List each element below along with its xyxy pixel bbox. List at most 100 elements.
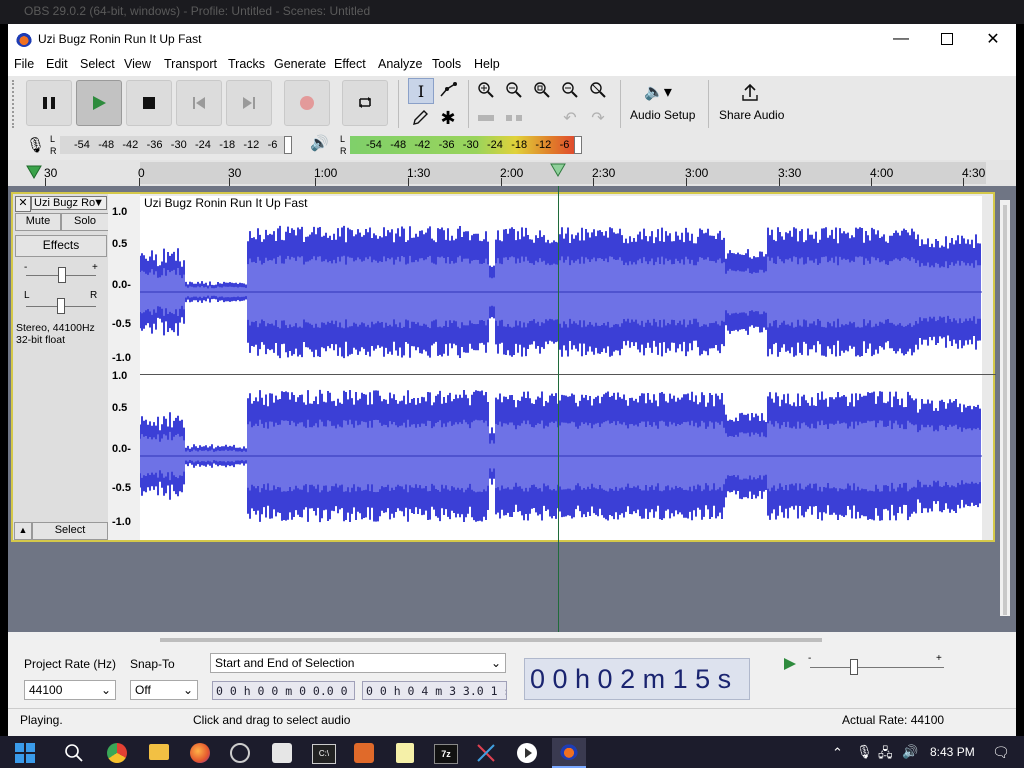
terminal-taskbar-icon[interactable]: C:\ (312, 744, 336, 764)
app-taskbar-icon[interactable] (354, 743, 374, 763)
ruler-tick (229, 178, 230, 186)
playhead-marker-icon[interactable] (550, 163, 566, 177)
chrome-taskbar-icon[interactable] (107, 743, 127, 763)
7zip-taskbar-icon[interactable]: 7z (434, 744, 458, 764)
audio-position-display[interactable]: 0 0 h 0 2 m 1 5 s (524, 658, 750, 700)
collapse-arrow-icon: ▲ (18, 525, 28, 535)
background-window-title: OBS 29.0.2 (64-bit, windows) - Profile: … (24, 4, 371, 18)
close-button[interactable]: ✕ (970, 24, 1016, 54)
firefox-taskbar-icon[interactable] (190, 743, 210, 763)
search-button[interactable] (64, 743, 84, 763)
loop-button[interactable] (342, 80, 388, 126)
audio-setup-button[interactable]: 🔈▾ Audio Setup (626, 80, 700, 126)
selection-end-time[interactable]: 0 0 h 0 4 m 3 3.0 1 s (362, 681, 507, 700)
minimize-button[interactable]: — (878, 24, 924, 54)
project-rate-select[interactable]: 44100 ⌄ (24, 680, 116, 700)
solo-button[interactable]: Solo (61, 213, 109, 231)
menu-view[interactable]: View (124, 57, 151, 71)
terminal-icon: C:\ (318, 749, 330, 758)
stop-button[interactable] (126, 80, 172, 126)
clock[interactable]: 8:43 PM (930, 745, 975, 759)
mute-button[interactable]: Mute (15, 213, 61, 231)
status-hint: Click and drag to select audio (193, 713, 351, 727)
record-button[interactable] (284, 80, 330, 126)
menu-edit[interactable]: Edit (46, 57, 68, 71)
silence-audio-button[interactable] (502, 106, 526, 130)
gain-slider[interactable] (58, 267, 66, 283)
waveform[interactable] (140, 212, 982, 540)
start-button[interactable] (14, 742, 36, 764)
pan-slider[interactable] (57, 298, 65, 314)
menu-help[interactable]: Help (474, 57, 500, 71)
horizontal-scrollbar-thumb[interactable] (160, 638, 822, 642)
menu-tools[interactable]: Tools (432, 57, 461, 71)
record-meter-slider[interactable] (284, 136, 292, 154)
redo-button[interactable]: ↷ (586, 106, 610, 130)
zoom-toggle-button[interactable] (586, 78, 610, 102)
pause-button[interactable] (26, 80, 72, 126)
fit-selection-button[interactable] (530, 78, 554, 102)
vertical-scrollbar-thumb[interactable] (1003, 205, 1007, 615)
redo-icon: ↷ (591, 110, 605, 127)
meter-tick-label: -42 (414, 139, 431, 151)
undo-icon: ↶ (563, 110, 577, 127)
play-at-speed-button[interactable] (774, 652, 804, 676)
share-audio-button[interactable]: Share Audio (714, 80, 788, 126)
collapse-track-button[interactable]: ▲ (14, 522, 32, 540)
menu-effect[interactable]: Effect (334, 57, 366, 71)
meter-tick-label: -24 (195, 139, 211, 151)
network-tray-icon[interactable]: 🖧 (878, 744, 893, 766)
zoom-in-button[interactable] (474, 78, 498, 102)
speed-slider[interactable] (850, 659, 858, 675)
skip-to-end-button[interactable] (226, 80, 272, 126)
envelope-tool[interactable] (436, 78, 460, 102)
fit-project-button[interactable] (558, 78, 582, 102)
ruler-tick-label: 30 (44, 166, 58, 180)
trim-audio-button[interactable] (474, 106, 498, 130)
ruler-tick (139, 178, 140, 186)
menu-generate[interactable]: Generate (274, 57, 326, 71)
microphone-tray-icon[interactable]: 🎙 (856, 744, 873, 760)
track-name-menu[interactable]: Uzi Bugz Ro ▼ (31, 196, 107, 210)
multi-tool[interactable]: ✱ (436, 106, 460, 130)
skip-to-start-icon (193, 97, 205, 109)
play-circle-icon (525, 748, 532, 758)
menu-analyze[interactable]: Analyze (378, 57, 422, 71)
chevron-down-icon: ▼ (93, 197, 104, 209)
menu-file[interactable]: File (14, 57, 34, 71)
effects-button[interactable]: Effects (15, 235, 107, 257)
menu-tracks[interactable]: Tracks (228, 57, 265, 71)
menu-select[interactable]: Select (80, 57, 115, 71)
zoom-out-button[interactable] (502, 78, 526, 102)
toolbar-grip[interactable] (12, 80, 18, 128)
maximize-button[interactable] (924, 24, 970, 54)
file-explorer-taskbar-icon[interactable] (149, 744, 169, 760)
audacity-taskbar-button[interactable] (552, 738, 586, 768)
notepad-taskbar-icon[interactable] (396, 743, 414, 763)
app-taskbar-icon[interactable] (272, 743, 292, 763)
notifications-button[interactable]: 🗨 (992, 744, 1010, 761)
meter-tick-label: -42 (122, 139, 139, 151)
chat-bubble-icon: 🗨 (992, 744, 1010, 760)
clip-title[interactable]: Uzi Bugz Ronin Run It Up Fast (144, 196, 307, 210)
playback-meter-slider[interactable] (574, 136, 582, 154)
play-button[interactable] (76, 80, 122, 126)
show-hidden-icons-button[interactable]: ⌃ (832, 745, 843, 761)
snap-to-select[interactable]: Off ⌄ (130, 680, 198, 700)
silence-icon (506, 115, 522, 121)
selection-mode-select[interactable]: Start and End of Selection ⌄ (210, 653, 506, 673)
media-player-taskbar-icon[interactable] (517, 743, 537, 763)
selection-start-time[interactable]: 0 0 h 0 0 m 0 0.0 0 s (212, 681, 355, 700)
skip-to-start-button[interactable] (176, 80, 222, 126)
draw-tool[interactable] (408, 106, 432, 130)
volume-tray-icon[interactable]: 🔊 (902, 744, 918, 760)
selection-tool[interactable]: I (408, 78, 434, 104)
ruler-tick-label: 1:00 (314, 166, 338, 180)
obs-taskbar-icon[interactable] (230, 743, 250, 763)
track-close-button[interactable]: ✕ (15, 196, 31, 212)
track-select-button[interactable]: Select (32, 522, 108, 540)
undo-button[interactable]: ↶ (558, 106, 582, 130)
i-beam-icon: I (417, 81, 425, 101)
menu-transport[interactable]: Transport (164, 57, 217, 71)
app-taskbar-icon[interactable] (476, 743, 496, 763)
